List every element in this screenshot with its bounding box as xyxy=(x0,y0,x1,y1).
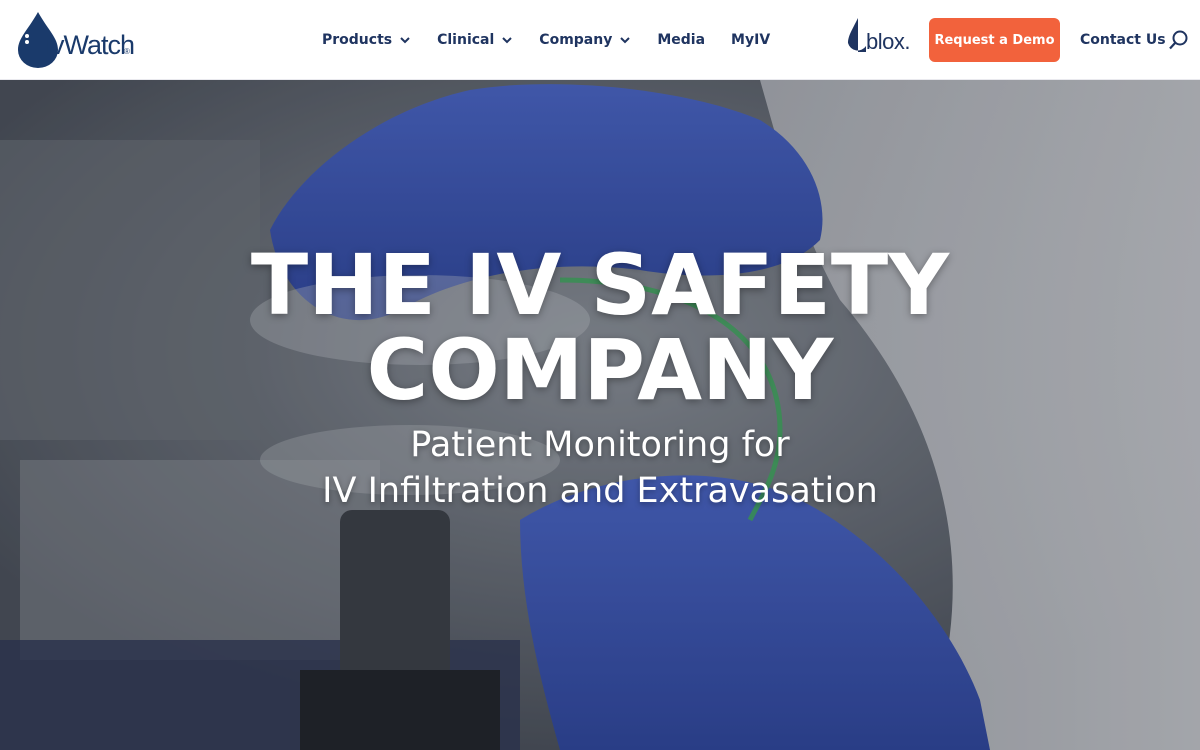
ivwatch-logo[interactable]: ivWatch ® xyxy=(16,10,135,70)
blox-droplet-icon xyxy=(848,18,866,52)
hero-section: THE IV SAFETY COMPANY Patient Monitoring… xyxy=(0,80,1200,750)
nav-clinical[interactable]: Clinical xyxy=(437,0,513,80)
hero-title-line-2: COMPANY xyxy=(366,321,834,419)
request-demo-button[interactable]: Request a Demo xyxy=(929,18,1060,62)
site-header: ivWatch ® Products Clinical Company Medi… xyxy=(0,0,1200,80)
hero-subtitle-line-1: Patient Monitoring for xyxy=(410,425,790,465)
nav-myiv-label: MyIV xyxy=(731,32,771,48)
chevron-down-icon xyxy=(400,37,410,44)
nav-myiv[interactable]: MyIV xyxy=(731,0,770,80)
nav-products[interactable]: Products xyxy=(322,0,411,80)
blox-wordmark: blox. xyxy=(866,29,910,54)
search-icon[interactable] xyxy=(1168,29,1190,51)
logo-wordmark: ivWatch xyxy=(46,30,135,60)
nav-clinical-label: Clinical xyxy=(437,32,495,48)
registered-mark: ® xyxy=(124,47,130,56)
hero-subtitle-line-2: IV Infiltration and Extravasation xyxy=(322,471,878,511)
nav-products-label: Products xyxy=(322,32,393,48)
chevron-down-icon xyxy=(620,37,631,44)
hero-title-line-1: THE IV SAFETY xyxy=(250,236,950,334)
chevron-down-icon xyxy=(502,37,513,44)
nav-media[interactable]: Media xyxy=(657,0,705,80)
blox-partner-logo[interactable]: blox. xyxy=(846,16,910,56)
nav-company[interactable]: Company xyxy=(539,0,631,80)
nav-company-label: Company xyxy=(539,32,613,48)
nav-media-label: Media xyxy=(657,32,706,48)
main-nav: Products Clinical Company Media MyIV xyxy=(322,0,796,80)
contact-us-link[interactable]: Contact Us xyxy=(1080,0,1166,80)
